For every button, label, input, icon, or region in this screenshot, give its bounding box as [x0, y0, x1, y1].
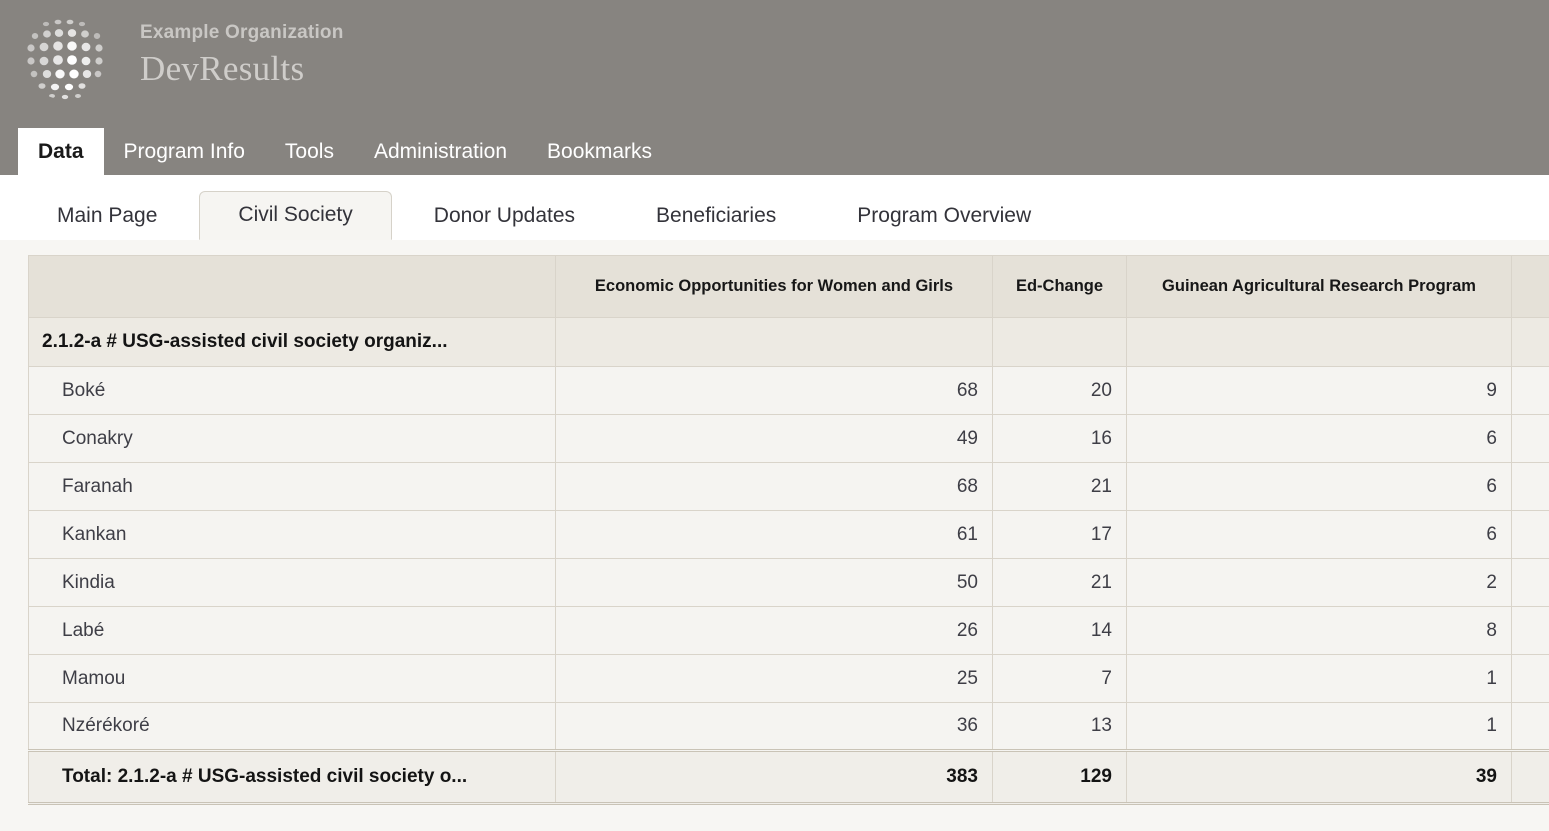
indicator-label[interactable]: 2.1.2-a # USG-assisted civil society org…	[28, 317, 556, 367]
table-row[interactable]: Kankan 61 17 6	[28, 510, 1549, 559]
total-value-2: 39	[1126, 749, 1512, 805]
secondary-nav: Main Page Civil Society Donor Updates Be…	[0, 175, 1549, 240]
row-value-1[interactable]: 13	[992, 702, 1127, 751]
row-value-1[interactable]: 16	[992, 414, 1127, 463]
sub-tab-program-overview[interactable]: Program Overview	[818, 192, 1070, 240]
row-value-3[interactable]	[1511, 606, 1549, 655]
row-value-2[interactable]: 9	[1126, 366, 1512, 415]
sub-tab-main-page[interactable]: Main Page	[18, 192, 196, 240]
sub-tab-donor-updates[interactable]: Donor Updates	[395, 192, 614, 240]
sub-tab-beneficiaries[interactable]: Beneficiaries	[617, 192, 815, 240]
row-value-2[interactable]: 6	[1126, 414, 1512, 463]
indicator-row[interactable]: 2.1.2-a # USG-assisted civil society org…	[28, 317, 1549, 367]
results-table-scroll-area[interactable]: Economic Opportunities for Women and Gir…	[28, 255, 1549, 805]
row-value-1[interactable]: 21	[992, 462, 1127, 511]
nav-tab-data[interactable]: Data	[18, 128, 104, 175]
row-value-3[interactable]	[1511, 654, 1549, 703]
row-value-1[interactable]: 17	[992, 510, 1127, 559]
row-value-0[interactable]: 50	[555, 558, 993, 607]
total-value-3	[1511, 749, 1549, 805]
column-header-guinean-agricultural-research[interactable]: Guinean Agricultural Research Program	[1126, 255, 1512, 318]
row-value-2[interactable]: 6	[1126, 462, 1512, 511]
indicator-value-2	[1126, 317, 1512, 367]
table-row[interactable]: Mamou 25 7 1	[28, 654, 1549, 703]
row-label: Labé	[28, 606, 556, 655]
results-table: Economic Opportunities for Women and Gir…	[28, 255, 1549, 805]
nav-tab-bookmarks[interactable]: Bookmarks	[527, 128, 672, 175]
row-label: Mamou	[28, 654, 556, 703]
table-row[interactable]: Faranah 68 21 6	[28, 462, 1549, 511]
column-header-economic-opportunities[interactable]: Economic Opportunities for Women and Gir…	[555, 255, 993, 318]
table-head: Economic Opportunities for Women and Gir…	[28, 255, 1549, 318]
app-header: Example Organization DevResults Data Pro…	[0, 0, 1549, 175]
total-value-0: 383	[555, 749, 993, 805]
row-label: Kindia	[28, 558, 556, 607]
primary-nav: Data Program Info Tools Administration B…	[0, 128, 672, 175]
table-row[interactable]: Conakry 49 16 6	[28, 414, 1549, 463]
product-name: DevResults	[140, 48, 305, 88]
row-label: Boké	[28, 366, 556, 415]
table-row[interactable]: Boké 68 20 9	[28, 366, 1549, 415]
table-row[interactable]: Nzérékoré 36 13 1	[28, 702, 1549, 751]
table-row[interactable]: Kindia 50 21 2	[28, 558, 1549, 607]
row-value-0[interactable]: 68	[555, 366, 993, 415]
row-value-1[interactable]: 21	[992, 558, 1127, 607]
nav-tab-program-info[interactable]: Program Info	[104, 128, 265, 175]
row-value-0[interactable]: 49	[555, 414, 993, 463]
column-header-ed-change[interactable]: Ed-Change	[992, 255, 1127, 318]
total-value-1: 129	[992, 749, 1127, 805]
row-value-3[interactable]	[1511, 510, 1549, 559]
nav-tab-tools[interactable]: Tools	[265, 128, 354, 175]
row-value-0[interactable]: 25	[555, 654, 993, 703]
indicator-value-1	[992, 317, 1127, 367]
main-content: Economic Opportunities for Women and Gir…	[0, 240, 1549, 831]
nav-tab-administration[interactable]: Administration	[354, 128, 527, 175]
row-value-1[interactable]: 7	[992, 654, 1127, 703]
row-value-0[interactable]: 61	[555, 510, 993, 559]
table-body: 2.1.2-a # USG-assisted civil society org…	[28, 317, 1549, 805]
row-value-2[interactable]: 8	[1126, 606, 1512, 655]
row-value-0[interactable]: 68	[555, 462, 993, 511]
table-row[interactable]: Labé 26 14 8	[28, 606, 1549, 655]
indicator-value-3	[1511, 317, 1549, 367]
table-corner-header	[28, 255, 556, 318]
row-value-3[interactable]	[1511, 366, 1549, 415]
row-label: Conakry	[28, 414, 556, 463]
total-label: Total: 2.1.2-a # USG-assisted civil soci…	[28, 749, 556, 805]
row-value-2[interactable]: 6	[1126, 510, 1512, 559]
brand-text: Example Organization DevResults	[140, 10, 344, 91]
row-value-0[interactable]: 26	[555, 606, 993, 655]
row-value-3[interactable]	[1511, 702, 1549, 751]
row-value-2[interactable]: 2	[1126, 558, 1512, 607]
row-value-0[interactable]: 36	[555, 702, 993, 751]
total-row: Total: 2.1.2-a # USG-assisted civil soci…	[28, 749, 1549, 805]
column-header-next[interactable]	[1511, 255, 1549, 318]
row-label: Faranah	[28, 462, 556, 511]
table-header-row: Economic Opportunities for Women and Gir…	[28, 255, 1549, 318]
indicator-value-0	[555, 317, 993, 367]
globe-dots-logo-icon	[18, 10, 114, 106]
row-value-2[interactable]: 1	[1126, 654, 1512, 703]
brand-block[interactable]: Example Organization DevResults	[18, 10, 344, 106]
sub-tab-civil-society[interactable]: Civil Society	[199, 191, 392, 240]
row-value-3[interactable]	[1511, 414, 1549, 463]
row-value-1[interactable]: 20	[992, 366, 1127, 415]
organization-name: Example Organization	[140, 22, 344, 43]
row-label: Nzérékoré	[28, 702, 556, 751]
row-value-2[interactable]: 1	[1126, 702, 1512, 751]
row-value-3[interactable]	[1511, 558, 1549, 607]
row-label: Kankan	[28, 510, 556, 559]
row-value-1[interactable]: 14	[992, 606, 1127, 655]
row-value-3[interactable]	[1511, 462, 1549, 511]
